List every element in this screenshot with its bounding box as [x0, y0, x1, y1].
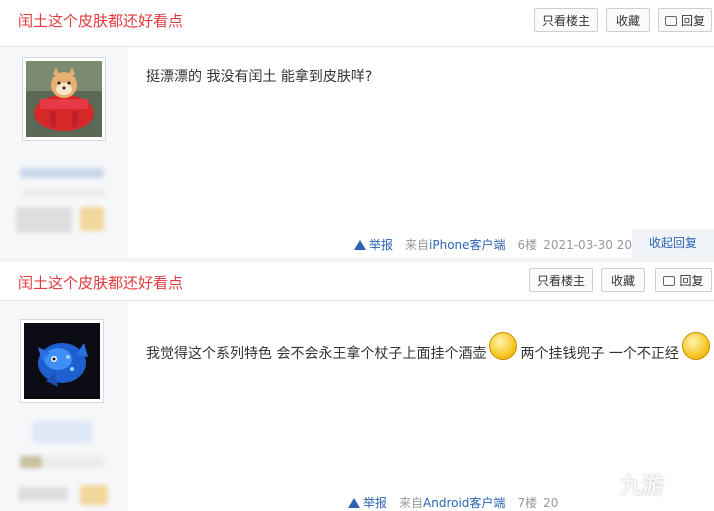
reply-icon: [664, 15, 677, 26]
badge-placeholder: [18, 487, 68, 501]
thread-title[interactable]: 闰土这个皮肤都还好看点: [18, 272, 183, 293]
reply-icon: [663, 275, 676, 286]
report-label: 举报: [369, 238, 394, 252]
badge-placeholder-2: [80, 207, 104, 231]
post-time: 20: [543, 496, 559, 510]
report-label: 举报: [363, 496, 388, 510]
post-text-part-2: 两个挂钱兜子 一个不正经: [520, 346, 679, 362]
blue-fish-avatar-icon: [24, 323, 100, 399]
post-content: 挺漂漂的 我没有闰土 能拿到皮肤咩?: [146, 69, 373, 85]
report-link[interactable]: 举报: [348, 496, 393, 510]
client-link[interactable]: Android客户端: [423, 496, 505, 510]
reply-button[interactable]: 回复: [655, 268, 712, 292]
post-footer: 举报 来自iPhone客户端 6楼 2021-03-30 20:26: [354, 236, 657, 253]
avatar[interactable]: [22, 57, 106, 141]
post-text-part-1: 我觉得这个系列特色 会不会永王拿个杖子上面挂个酒壶: [146, 346, 487, 362]
badge-placeholder-2: [80, 485, 108, 505]
report-link[interactable]: 举报: [354, 238, 399, 252]
user-sidebar: [0, 47, 128, 258]
badge-placeholder: [16, 207, 72, 233]
user-sidebar: [0, 301, 128, 511]
thread-title[interactable]: 闰土这个皮肤都还好看点: [18, 10, 183, 31]
favorite-button[interactable]: 收藏: [606, 8, 650, 32]
watermark-logo: 九游: [620, 474, 665, 499]
only-op-button[interactable]: 只看楼主: [529, 268, 593, 292]
post-floor-6: 闰土这个皮肤都还好看点 只看楼主 收藏 回复 挺漂漂的 我没有闰土 能拿到皮肤咩…: [0, 0, 714, 258]
username-placeholder: [32, 421, 92, 443]
floor-number: 6楼: [517, 238, 538, 252]
warning-icon: [348, 497, 360, 508]
only-op-button[interactable]: 只看楼主: [534, 8, 598, 32]
reply-label: 回复: [680, 14, 705, 28]
post-footer: 举报 来自Android客户端 7楼 20: [348, 494, 564, 511]
floor-number: 7楼: [517, 496, 538, 510]
reply-label: 回复: [679, 274, 704, 288]
shiba-dog-avatar-icon: [26, 61, 102, 137]
username-placeholder: [20, 168, 104, 178]
client-link[interactable]: iPhone客户端: [429, 238, 506, 252]
reply-button[interactable]: 回复: [658, 8, 712, 32]
thread-header: 闰土这个皮肤都还好看点 只看楼主 收藏 回复: [0, 262, 714, 301]
yawning-emoji-icon: [489, 332, 518, 360]
thread-header: 闰土这个皮肤都还好看点 只看楼主 收藏 回复: [0, 0, 714, 47]
level-placeholder-2: [20, 456, 42, 468]
collapse-replies-button[interactable]: 收起回复: [632, 229, 714, 258]
avatar[interactable]: [20, 319, 104, 403]
client-source: 来自Android客户端: [399, 496, 506, 510]
smile-emoji-icon: [681, 332, 710, 360]
level-placeholder: [22, 191, 106, 195]
client-source: 来自iPhone客户端: [405, 238, 506, 252]
post-floor-7: 闰土这个皮肤都还好看点 只看楼主 收藏 回复 我觉得这个系列特色 会不会永王拿个…: [0, 262, 714, 511]
favorite-button[interactable]: 收藏: [601, 268, 645, 292]
warning-icon: [354, 239, 366, 250]
post-content: 我觉得这个系列特色 会不会永王拿个杖子上面挂个酒壶 两个挂钱兜子 一个不正经: [146, 332, 713, 368]
